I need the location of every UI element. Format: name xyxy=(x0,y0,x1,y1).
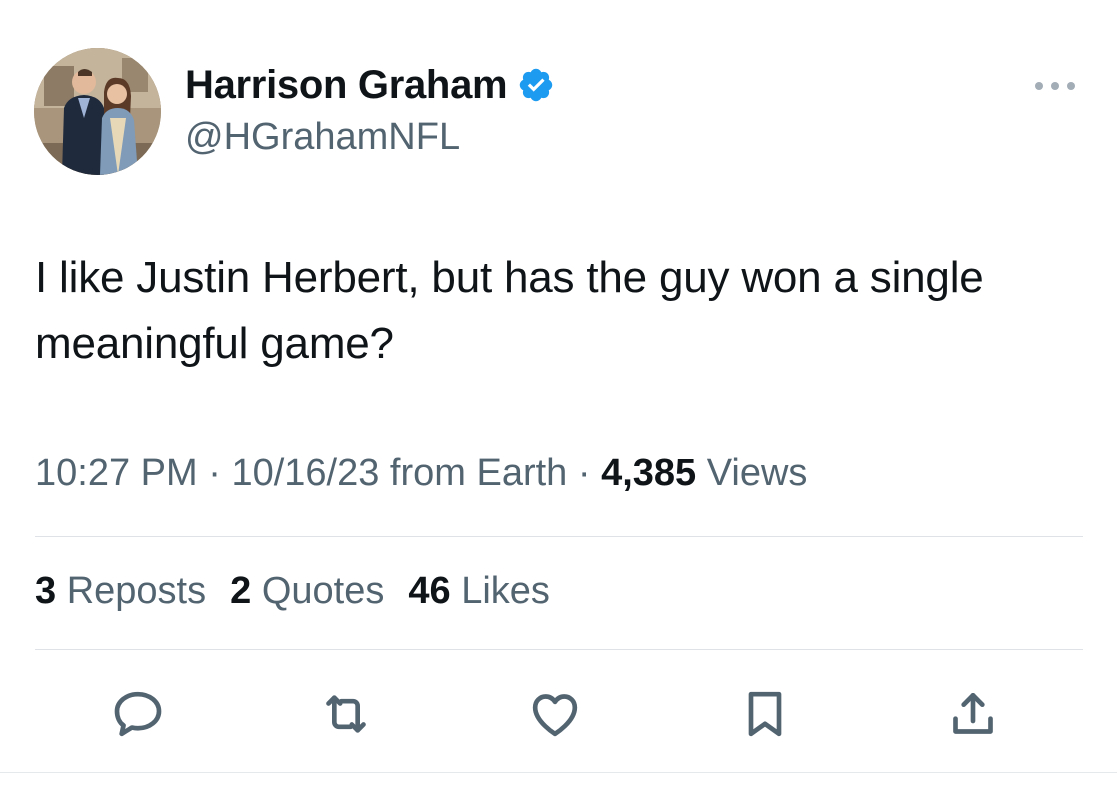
quotes-stat[interactable]: 2 Quotes xyxy=(230,570,384,613)
divider xyxy=(35,536,1083,537)
handle[interactable]: @HGrahamNFL xyxy=(185,116,555,159)
reply-icon[interactable] xyxy=(108,684,168,744)
like-icon[interactable] xyxy=(525,684,585,744)
engagement-stats: 3 Reposts 2 Quotes 46 Likes xyxy=(35,570,550,613)
author-block: Harrison Graham @HGrahamNFL xyxy=(185,62,555,159)
divider xyxy=(35,649,1083,650)
display-name[interactable]: Harrison Graham xyxy=(185,63,508,108)
separator: · xyxy=(208,452,221,494)
separator: · xyxy=(577,452,591,494)
likes-count: 46 xyxy=(408,570,451,612)
views-count: 4,385 xyxy=(601,452,697,494)
quotes-label: Quotes xyxy=(261,570,385,612)
quotes-count: 2 xyxy=(230,570,252,612)
reposts-count: 3 xyxy=(35,570,57,612)
tweet-metadata: 10:27 PM · 10/16/23 from Earth · 4,385 V… xyxy=(35,452,807,495)
name-row: Harrison Graham xyxy=(185,62,555,108)
divider xyxy=(0,772,1117,773)
action-bar xyxy=(0,684,1117,744)
tweet-time[interactable]: 10:27 PM xyxy=(35,452,198,494)
avatar[interactable] xyxy=(34,48,161,175)
reposts-label: Reposts xyxy=(66,570,207,612)
avatar-photo xyxy=(34,48,161,175)
repost-icon[interactable] xyxy=(316,684,376,744)
bookmark-icon[interactable] xyxy=(735,684,795,744)
verified-badge-icon xyxy=(517,66,555,104)
tweet-date-source: 10/16/23 from Earth xyxy=(231,452,568,494)
tweet-text: I like Justin Herbert, but has the guy w… xyxy=(35,253,984,368)
views-label: Views xyxy=(706,452,808,494)
more-options-icon[interactable] xyxy=(1033,76,1077,96)
tweet-detail: Harrison Graham @HGrahamNFL I like Justi… xyxy=(0,0,1117,800)
likes-stat[interactable]: 46 Likes xyxy=(408,570,550,613)
share-icon[interactable] xyxy=(943,684,1003,744)
likes-label: Likes xyxy=(461,570,550,612)
reposts-stat[interactable]: 3 Reposts xyxy=(35,570,206,613)
